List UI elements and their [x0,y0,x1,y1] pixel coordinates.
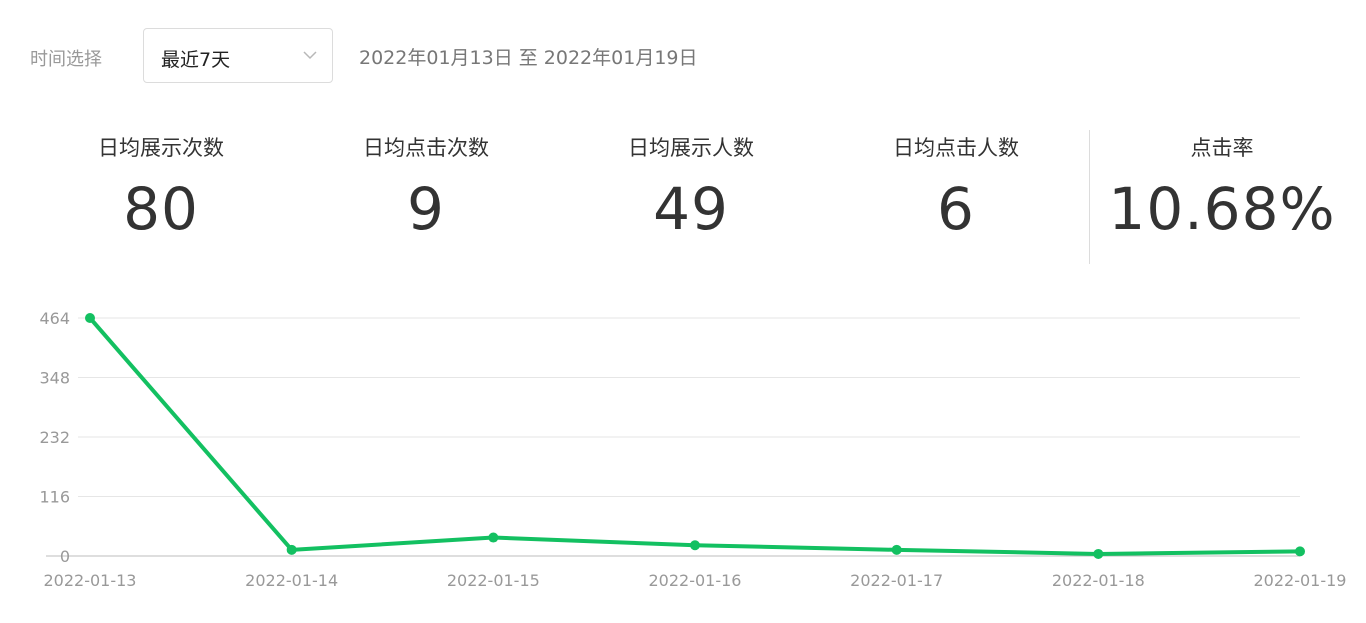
y-tick-label: 0 [60,547,70,566]
filter-bar: 时间选择 最近7天 2022年01月13日 至 2022年01月19日 [0,28,1366,85]
time-select-label: 时间选择 [30,49,102,70]
stat-label: 日均点击次数 [363,136,489,160]
data-point [1295,546,1305,557]
data-point [1093,548,1104,559]
stat-label: 日均展示人数 [628,136,754,160]
stat-daily-click-users: 日均点击人数 6 [826,128,1086,238]
time-range-select[interactable]: 最近7天 [143,28,333,83]
stat-value: 49 [653,175,729,243]
stat-daily-impression-users: 日均展示人数 49 [561,128,821,238]
stat-daily-impressions: 日均展示次数 80 [31,128,291,238]
stat-value: 9 [407,175,445,243]
x-tick-label: 2022-01-19 [1254,571,1347,590]
x-tick-label: 2022-01-18 [1052,571,1145,590]
trend-line-chart: 0 116 232 348 464 2022-01-13 2022-01-14 2022-01… [39,309,1347,590]
stat-value: 10.68% [1108,175,1336,243]
stats-panel: 日均展示次数 80 日均点击次数 9 日均展示人数 49 日均点击人数 6 点击… [0,128,1366,264]
x-tick-label: 2022-01-16 [649,571,742,590]
stat-click-rate: 点击率 10.68% [1092,128,1352,238]
data-point [286,544,297,555]
stat-daily-clicks: 日均点击次数 9 [296,128,556,238]
y-tick-label: 464 [39,309,70,328]
data-point [488,532,499,543]
y-tick-label: 232 [39,428,70,447]
x-tick-label: 2022-01-14 [245,571,338,590]
stat-label: 点击率 [1190,136,1254,160]
x-tick-label: 2022-01-13 [44,571,137,590]
x-tick-label: 2022-01-17 [850,571,943,590]
stat-value: 6 [937,175,975,243]
stats-divider [1089,130,1090,264]
chevron-down-icon [303,51,317,60]
stat-label: 日均点击人数 [893,136,1019,160]
x-tick-label: 2022-01-15 [447,571,540,590]
data-point [690,540,700,551]
stat-value: 80 [123,175,199,243]
time-range-selected-value: 最近7天 [161,49,231,71]
series-line [88,316,1302,556]
data-point [891,544,902,555]
stat-label: 日均展示次数 [98,136,224,160]
y-tick-label: 116 [39,488,70,507]
date-range-text: 2022年01月13日 至 2022年01月19日 [359,47,698,69]
y-tick-label: 348 [39,369,70,388]
data-point [85,313,95,323]
